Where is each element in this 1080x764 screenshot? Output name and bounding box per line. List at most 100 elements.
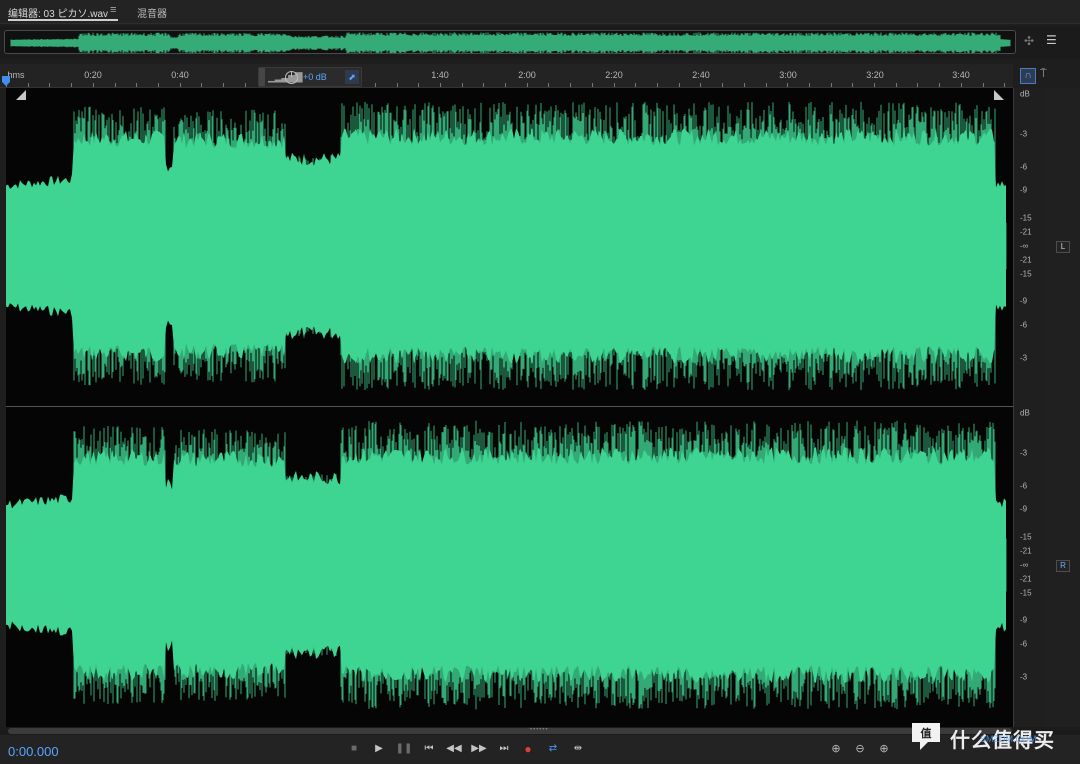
- ruler-tick: [375, 83, 376, 87]
- ruler-tick: [158, 83, 159, 87]
- db-unit-label: dB: [1020, 408, 1030, 418]
- overview-navigator[interactable]: [4, 30, 1016, 54]
- db-label: -21: [1020, 546, 1032, 556]
- ruler-tick: [245, 83, 246, 87]
- ruler-tick: [440, 83, 441, 87]
- ruler-label: 0:40: [171, 70, 189, 80]
- active-tab-underline: [8, 19, 118, 21]
- tab-editor[interactable]: 编辑器: 03 ピカソ.wav: [8, 5, 108, 20]
- ruler-tick: [28, 83, 29, 87]
- ruler-tick: [635, 83, 636, 87]
- current-time[interactable]: 0:00.000: [8, 744, 59, 759]
- ruler-tick: [180, 83, 181, 87]
- ruler-label: 2:00: [518, 70, 536, 80]
- scrollbar-thumb[interactable]: [8, 728, 1012, 734]
- ruler-label: 3:20: [866, 70, 884, 80]
- db-scale[interactable]: dB -3 -6 -9 -15 -21 -∞ -21 -15 -9 -6 -3 …: [1013, 88, 1045, 728]
- tab-menu-icon[interactable]: ≡: [110, 4, 116, 16]
- hud-grip-handle[interactable]: [259, 68, 265, 86]
- db-label: -6: [1020, 481, 1028, 491]
- ruler-label: 0:20: [84, 70, 102, 80]
- skip-selection-icon[interactable]: ⇹: [569, 741, 587, 757]
- ruler-label: 3:00: [779, 70, 797, 80]
- ruler-label: 1:40: [431, 70, 449, 80]
- marker-pin-icon[interactable]: ⍑: [1040, 68, 1047, 81]
- ruler-tick: [136, 83, 137, 87]
- db-label: -15: [1020, 213, 1032, 223]
- ruler-tick: [49, 83, 50, 87]
- db-label: -21: [1020, 255, 1032, 265]
- volume-knob[interactable]: [285, 71, 298, 84]
- volume-value: +0 dB: [303, 72, 327, 82]
- stop-button[interactable]: ■: [345, 741, 363, 757]
- ruler-tick: [201, 83, 202, 87]
- db-label: -15: [1020, 532, 1032, 542]
- move-to-previous-button[interactable]: ⏮: [420, 741, 438, 757]
- zoom-out-amplitude-icon[interactable]: ⊖: [852, 741, 868, 757]
- ruler-tick: [483, 83, 484, 87]
- ruler-label: 3:40: [952, 70, 970, 80]
- right-channel-waveform: [6, 420, 1007, 710]
- db-label: -15: [1020, 269, 1032, 279]
- db-label: -6: [1020, 639, 1028, 649]
- channel-divider[interactable]: [6, 406, 1014, 407]
- ruler-label: 2:40: [692, 70, 710, 80]
- ruler-tick: [527, 83, 528, 87]
- ruler-tick: [874, 83, 875, 87]
- tab-mixer[interactable]: 混音器: [137, 5, 167, 20]
- ruler-tick: [115, 83, 116, 87]
- fast-forward-button[interactable]: ▶▶: [470, 741, 488, 757]
- panel-tab-bar: 编辑器: 03 ピカソ.wav ≡ 混音器: [0, 0, 1080, 24]
- left-channel-toggle[interactable]: L: [1056, 241, 1070, 253]
- db-label: -9: [1020, 504, 1028, 514]
- ruler-tick: [505, 83, 506, 87]
- overview-menu-icon[interactable]: ☰: [1046, 33, 1057, 47]
- ruler-tick: [418, 83, 419, 87]
- ruler-tick: [1004, 83, 1005, 87]
- waveform-display[interactable]: [6, 88, 1014, 728]
- db-label: -3: [1020, 129, 1028, 139]
- right-channel-toggle[interactable]: R: [1056, 560, 1070, 572]
- ruler-tick: [939, 83, 940, 87]
- ruler-tick: [657, 83, 658, 87]
- ruler-tick: [397, 83, 398, 87]
- move-to-next-button[interactable]: ⏭: [495, 741, 513, 757]
- ruler-tick: [787, 83, 788, 87]
- pin-icon[interactable]: ⬈: [345, 70, 359, 84]
- resize-grip-icon[interactable]: ••••••: [530, 727, 550, 733]
- pause-button[interactable]: ❚❚: [395, 741, 413, 757]
- playhead-marker[interactable]: [2, 76, 10, 86]
- record-button[interactable]: ●: [519, 741, 537, 757]
- db-label: -9: [1020, 296, 1028, 306]
- ruler-tick: [831, 83, 832, 87]
- ruler-tick: [852, 83, 853, 87]
- ruler-tick: [983, 83, 984, 87]
- ruler-tick: [679, 83, 680, 87]
- loop-playback-icon[interactable]: ⇄: [544, 741, 562, 757]
- ruler-tick: [700, 83, 701, 87]
- channel-pane: [1045, 88, 1080, 728]
- ruler-tick: [766, 83, 767, 87]
- ruler-unit-label: hms: [7, 70, 25, 80]
- left-channel-waveform: [6, 101, 1007, 391]
- db-label: -21: [1020, 227, 1032, 237]
- zoom-crosshair-icon[interactable]: ✣: [1024, 34, 1034, 48]
- ruler-tick: [917, 83, 918, 87]
- zoom-in-amplitude-icon[interactable]: ⊕: [828, 741, 844, 757]
- snap-magnet-icon[interactable]: ∩: [1020, 68, 1036, 84]
- db-label: -15: [1020, 588, 1032, 598]
- ruler-tick: [961, 83, 962, 87]
- db-label: -∞: [1020, 560, 1029, 570]
- ruler-tick: [548, 83, 549, 87]
- db-label: -3: [1020, 353, 1028, 363]
- svg-text:值: 值: [921, 726, 932, 740]
- waveform-overview: ✣ ☰: [0, 26, 1080, 58]
- rewind-button[interactable]: ◀◀: [445, 741, 463, 757]
- ruler-tick: [570, 83, 571, 87]
- zoom-in-time-icon[interactable]: ⊕: [876, 741, 892, 757]
- db-label: -3: [1020, 448, 1028, 458]
- volume-hud: ▁▂▃▅▇ +0 dB ⬈: [258, 67, 362, 87]
- timeline-ruler[interactable]: hms 0:20 0:40 1:40 2:00 2:20 2:40 3:00 3…: [0, 64, 1013, 88]
- play-button[interactable]: ▶: [370, 741, 388, 757]
- stereo-waveform: [6, 101, 1007, 710]
